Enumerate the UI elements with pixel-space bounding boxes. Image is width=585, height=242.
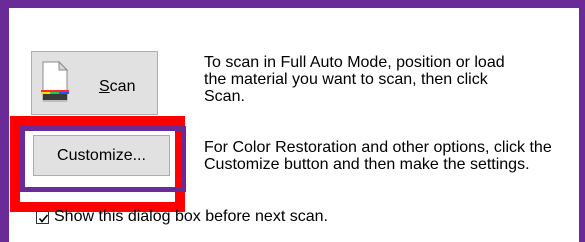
purple-frame-right [579,0,585,242]
purple-frame-left [0,0,9,242]
scan-access-key: S [99,78,110,95]
scan-description: To scan in Full Auto Mode, position or l… [204,54,505,105]
scan-button-content: Scan [32,52,157,114]
scan-button[interactable]: Scan [31,51,158,115]
customize-button[interactable]: Customize... [33,135,170,176]
scan-button-label: Scan [99,78,135,96]
checkmark-icon [38,213,49,223]
customize-description: For Color Restoration and other options,… [204,139,552,173]
scan-mode-dialog: Scan To scan in Full Auto Mode, position… [0,0,585,242]
scan-label-rest: can [109,78,136,95]
scanner-icon [41,60,69,102]
show-dialog-checkbox[interactable] [36,210,49,224]
purple-frame-top [0,0,585,8]
show-dialog-checkbox-row[interactable]: Show this dialog box before next scan. [36,208,328,226]
show-dialog-label: Show this dialog box before next scan. [54,208,328,225]
